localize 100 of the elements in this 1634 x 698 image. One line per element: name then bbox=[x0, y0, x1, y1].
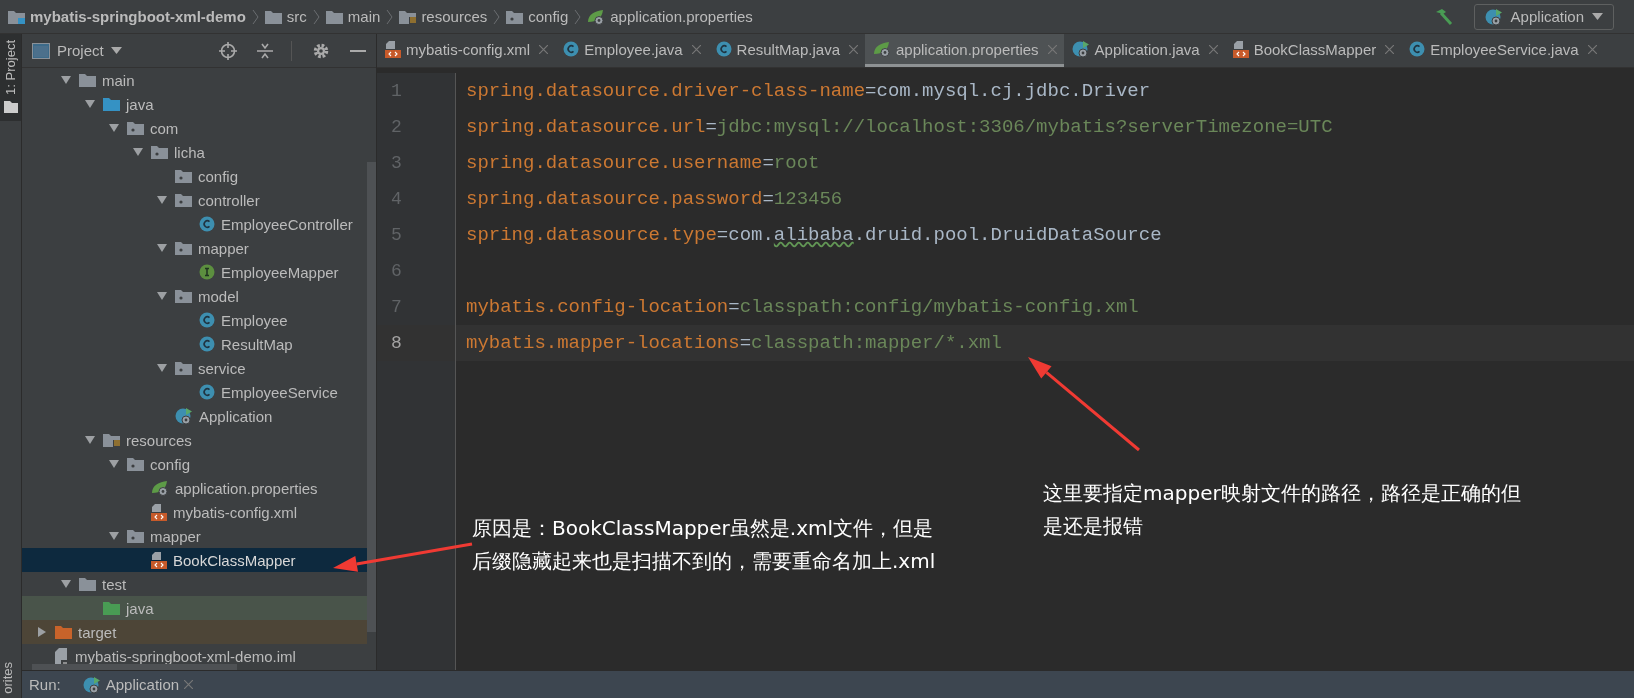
settings-icon[interactable] bbox=[312, 41, 330, 60]
class-icon bbox=[199, 384, 215, 400]
chevron-icon bbox=[386, 8, 394, 25]
code-line: mybatis.mapper-locations=classpath:mapper/*.xml bbox=[466, 332, 1002, 354]
leaf-icon bbox=[151, 480, 169, 496]
tree-item[interactable]: target bbox=[22, 620, 367, 644]
expand-arrow-icon[interactable] bbox=[156, 242, 168, 254]
expand-arrow-icon[interactable] bbox=[60, 578, 72, 590]
expand-arrow-icon[interactable] bbox=[84, 98, 96, 110]
editor-tab[interactable]: BookClassMapper bbox=[1224, 34, 1402, 67]
package-icon bbox=[506, 9, 524, 24]
tree-item[interactable]: resources bbox=[22, 428, 367, 452]
package-icon bbox=[175, 169, 192, 183]
close-icon[interactable] bbox=[691, 44, 701, 54]
tree-item[interactable]: mapper bbox=[22, 524, 367, 548]
tree-item[interactable]: mybatis-config.xml bbox=[22, 500, 367, 524]
editor-tab[interactable]: application.properties bbox=[865, 34, 1064, 67]
package-icon bbox=[127, 457, 144, 471]
xml-file-icon bbox=[151, 551, 167, 569]
package-icon bbox=[127, 529, 144, 543]
favorites-tool-tab[interactable]: orites bbox=[0, 662, 15, 694]
crosshair-icon[interactable] bbox=[219, 41, 237, 60]
breadcrumb-item[interactable]: application.properties bbox=[587, 8, 753, 25]
expand-arrow-icon[interactable] bbox=[108, 530, 120, 542]
scrollbar-thumb[interactable] bbox=[367, 162, 376, 632]
annotation-text: 这里要指定mapper映射文件的路径，路径是正确的但 是还是报错 bbox=[1043, 480, 1521, 540]
tree-item[interactable]: ResultMap bbox=[22, 332, 367, 356]
chevron-icon bbox=[493, 8, 501, 25]
project-view-dropdown[interactable]: Project bbox=[32, 42, 122, 59]
package-icon bbox=[175, 361, 192, 375]
editor-tab[interactable]: ResultMap.java bbox=[707, 34, 865, 67]
application-icon bbox=[82, 675, 101, 694]
run-configuration-dropdown[interactable]: Application bbox=[1473, 3, 1614, 30]
class-icon bbox=[1409, 41, 1426, 57]
expand-arrow-icon[interactable] bbox=[84, 434, 96, 446]
package-icon bbox=[175, 241, 192, 255]
expand-arrow-icon[interactable] bbox=[132, 146, 144, 158]
resources-folder-icon bbox=[399, 9, 417, 24]
expand-arrow-icon[interactable] bbox=[156, 290, 168, 302]
tree-item[interactable]: EmployeeController bbox=[22, 212, 367, 236]
tree-item[interactable]: BookClassMapper bbox=[22, 548, 367, 572]
tree-item[interactable]: Employee bbox=[22, 308, 367, 332]
editor-tab[interactable]: EmployeeService.java bbox=[1401, 34, 1604, 67]
tree-item[interactable]: service bbox=[22, 356, 367, 380]
close-icon[interactable] bbox=[849, 44, 858, 54]
code-line: mybatis.config-location=classpath:config/mybatis-config.xml bbox=[466, 296, 1139, 318]
expand-arrow-icon[interactable] bbox=[60, 74, 72, 86]
expand-arrow-icon[interactable] bbox=[108, 458, 120, 470]
editor-tab[interactable]: mybatis-config.xml bbox=[377, 34, 556, 67]
code-line: spring.datasource.username=root bbox=[466, 152, 820, 174]
window-icon bbox=[32, 42, 50, 59]
tree-item[interactable]: EmployeeService bbox=[22, 380, 367, 404]
expand-arrow-icon[interactable] bbox=[156, 194, 168, 206]
run-tab[interactable]: Application bbox=[82, 675, 194, 694]
close-icon[interactable] bbox=[184, 680, 194, 689]
breadcrumb-item[interactable]: mybatis-springboot-xml-demo bbox=[8, 8, 246, 25]
close-icon[interactable] bbox=[539, 44, 549, 54]
tree-item[interactable]: config bbox=[22, 164, 367, 188]
chevron-icon bbox=[574, 8, 582, 25]
tree-item[interactable]: mapper bbox=[22, 236, 367, 260]
tree-item[interactable]: application.properties bbox=[22, 476, 367, 500]
collapse-arrow-icon[interactable] bbox=[36, 626, 48, 638]
code-line: spring.datasource.driver-class-name=com.mysql.cj.jdbc.Driver bbox=[466, 80, 1151, 102]
close-icon[interactable] bbox=[1385, 44, 1395, 54]
resources-folder-icon bbox=[103, 433, 120, 447]
close-icon[interactable] bbox=[1587, 44, 1597, 54]
breadcrumb-item[interactable]: main bbox=[325, 8, 381, 25]
tree-item[interactable]: model bbox=[22, 284, 367, 308]
tree-item[interactable]: mybatis-springboot-xml-demo.iml bbox=[22, 644, 367, 668]
breadcrumb-item[interactable]: src bbox=[264, 8, 307, 25]
line-number: 8 bbox=[391, 333, 402, 353]
breadcrumb-item[interactable]: config bbox=[506, 8, 569, 25]
tree-item[interactable]: java bbox=[22, 596, 367, 620]
tree-item[interactable]: com bbox=[22, 116, 367, 140]
minimize-icon[interactable] bbox=[350, 48, 366, 53]
tree-item[interactable]: config bbox=[22, 452, 367, 476]
breadcrumb-item[interactable]: resources bbox=[399, 8, 488, 25]
package-icon bbox=[175, 193, 192, 207]
folder-icon bbox=[79, 577, 96, 591]
folder-icon bbox=[3, 100, 18, 113]
tree-item[interactable]: java bbox=[22, 92, 367, 116]
close-icon[interactable] bbox=[1208, 44, 1218, 54]
tree-item[interactable]: controller bbox=[22, 188, 367, 212]
collapse-icon[interactable] bbox=[257, 41, 273, 60]
tree-item[interactable]: licha bbox=[22, 140, 367, 164]
editor-tab[interactable]: Employee.java bbox=[555, 34, 708, 67]
tree-item[interactable]: Application bbox=[22, 404, 367, 428]
annotation-text: 原因是：BookClassMapper虽然是.xml文件，但是 后缀隐藏起来也是扫描不到的，需要重命名加上.xml bbox=[472, 515, 936, 575]
tree-item[interactable]: test bbox=[22, 572, 367, 596]
chevron-icon bbox=[251, 8, 259, 25]
folder-icon bbox=[325, 9, 343, 24]
tree-item[interactable]: main bbox=[22, 68, 367, 92]
editor-tab[interactable]: Application.java bbox=[1063, 34, 1225, 67]
expand-arrow-icon[interactable] bbox=[108, 122, 120, 134]
code-line: spring.datasource.password=123456 bbox=[466, 188, 843, 210]
expand-arrow-icon[interactable] bbox=[156, 362, 168, 374]
folder-icon bbox=[79, 73, 96, 87]
tree-item[interactable]: EmployeeMapper bbox=[22, 260, 367, 284]
chevron-icon bbox=[312, 8, 320, 25]
application-icon bbox=[175, 407, 193, 425]
